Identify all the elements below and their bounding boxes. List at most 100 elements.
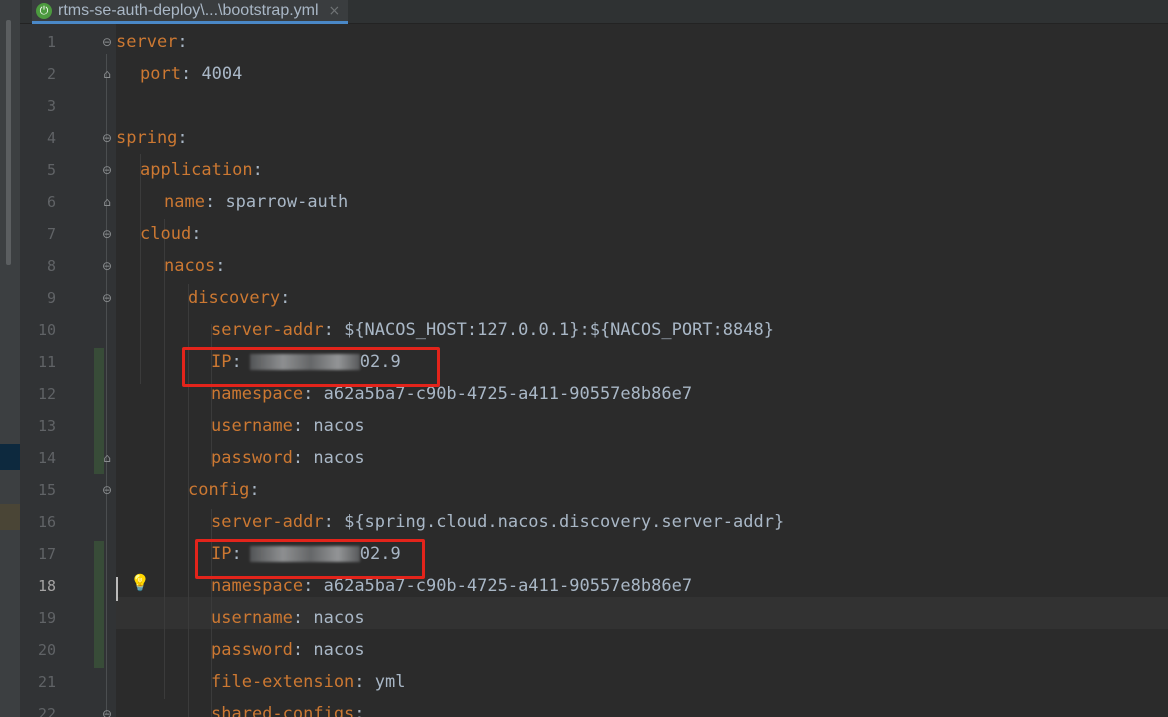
- yaml-colon: :: [292, 416, 304, 436]
- fold-marker-icon[interactable]: ⌂: [100, 451, 114, 465]
- line-number: 8: [46, 257, 56, 275]
- yaml-key: username: [211, 416, 293, 436]
- fold-marker-icon[interactable]: ⊖: [100, 707, 114, 717]
- editor-tab-bar: ⏻ rtms-se-auth-deploy\...\bootstrap.yml …: [20, 0, 1168, 24]
- yaml-colon: :: [204, 192, 216, 212]
- vcs-change-marker: [94, 541, 104, 668]
- yaml-value: a62a5ba7-c90b-4725-a411-90557e8b86e7: [313, 384, 693, 404]
- yaml-colon: :: [180, 64, 192, 84]
- yaml-key: port: [140, 64, 181, 84]
- spring-boot-icon: ⏻: [36, 2, 52, 19]
- code-line: name: sparrow-auth: [164, 186, 348, 218]
- line-number: 5: [46, 161, 56, 179]
- code-line: shared-configs:: [211, 698, 365, 717]
- yaml-value: ${NACOS_HOST:127.0.0.1}:${NACOS_PORT:884…: [333, 320, 774, 340]
- line-number: 15: [37, 481, 56, 499]
- yaml-colon: :: [249, 480, 260, 500]
- code-line: nacos:: [164, 250, 225, 282]
- yaml-value: nacos: [303, 640, 365, 660]
- yaml-value: nacos: [303, 608, 365, 628]
- yaml-value: 4004: [191, 64, 243, 84]
- yaml-value: nacos: [303, 416, 365, 436]
- yaml-key: spring: [116, 128, 178, 148]
- line-number: 21: [37, 673, 56, 691]
- yaml-key: application: [140, 160, 253, 180]
- yaml-colon: :: [215, 256, 226, 276]
- fold-marker-icon[interactable]: ⊖: [100, 227, 114, 241]
- yaml-key: server: [116, 32, 178, 52]
- line-number: 10: [37, 321, 56, 339]
- fold-marker-icon[interactable]: ⌂: [100, 195, 114, 209]
- tab-title: rtms-se-auth-deploy\...\bootstrap.yml: [58, 1, 319, 19]
- code-line: username: nacos: [211, 410, 365, 442]
- line-number: 11: [37, 353, 56, 371]
- fold-marker-icon[interactable]: ⊖: [100, 483, 114, 497]
- line-number: 19: [37, 609, 56, 627]
- yaml-key: cloud: [140, 224, 192, 244]
- fold-marker-icon[interactable]: ⊖: [100, 163, 114, 177]
- fold-marker-icon[interactable]: ⊖: [100, 131, 114, 145]
- yaml-value: ${spring.cloud.nacos.discovery.server-ad…: [333, 512, 785, 532]
- yaml-value: sparrow-auth: [215, 192, 349, 212]
- code-line: port: 4004: [140, 58, 242, 90]
- code-line: discovery:: [188, 282, 290, 314]
- highlight-box: [195, 539, 425, 579]
- fold-marker-icon[interactable]: ⊖: [100, 291, 114, 305]
- tab-bootstrap-yml[interactable]: ⏻ rtms-se-auth-deploy\...\bootstrap.yml …: [32, 0, 349, 24]
- yaml-colon: :: [303, 384, 314, 404]
- yaml-key: name: [164, 192, 205, 212]
- yaml-colon: :: [292, 448, 304, 468]
- yaml-colon: :: [354, 704, 365, 717]
- yaml-value: yml: [364, 672, 406, 692]
- line-number: 14: [37, 449, 56, 467]
- line-number: 22: [37, 705, 56, 717]
- text-caret: [116, 577, 118, 601]
- code-line: file-extension: yml: [211, 666, 406, 698]
- strip-selection-marker: [0, 444, 20, 470]
- strip-scrollbar[interactable]: [6, 20, 11, 265]
- highlight-box: [182, 347, 440, 387]
- yaml-colon: :: [292, 608, 304, 628]
- line-number: 7: [46, 225, 56, 243]
- code-line: server:: [116, 26, 188, 58]
- code-line: server-addr: ${spring.cloud.nacos.discov…: [211, 506, 784, 538]
- fold-marker-icon[interactable]: ⊖: [100, 35, 114, 49]
- yaml-colon: :: [303, 576, 314, 596]
- code-editor[interactable]: server: port: 4004 spring: application: name…: [116, 24, 1168, 717]
- line-number: 13: [37, 417, 56, 435]
- yaml-key: server-addr: [211, 512, 324, 532]
- editor-gutter: 1 ⊖ 2 ⌂ 3 4 ⊖ 5 ⊖ 6 ⌂ 7 ⊖ 8 ⊖ 9 ⊖ 10 11 12 13 14 ⌂ 15 ⊖ 16 17 18 19 2…: [20, 24, 116, 717]
- code-line: username: nacos: [211, 602, 365, 634]
- yaml-value: nacos: [303, 448, 365, 468]
- code-line: application:: [140, 154, 263, 186]
- yaml-colon: :: [292, 640, 304, 660]
- yaml-colon: :: [323, 320, 334, 340]
- tool-window-strip: [0, 0, 20, 717]
- close-icon[interactable]: ×: [329, 3, 341, 19]
- yaml-colon: :: [323, 512, 334, 532]
- line-number: 4: [46, 129, 56, 147]
- indent-guide: [140, 154, 141, 384]
- intention-bulb-icon[interactable]: 💡: [130, 574, 150, 592]
- yaml-colon: :: [177, 128, 188, 148]
- line-number: 9: [46, 289, 56, 307]
- yaml-key: namespace: [211, 576, 304, 596]
- strip-bookmark-marker: [0, 504, 20, 530]
- line-number: 17: [37, 545, 56, 563]
- yaml-colon: :: [280, 288, 291, 308]
- yaml-colon: :: [177, 32, 188, 52]
- indent-guide: [164, 219, 165, 699]
- fold-marker-icon[interactable]: ⌂: [100, 67, 114, 81]
- code-line: config:: [188, 474, 260, 506]
- line-number: 16: [37, 513, 56, 531]
- code-line: spring:: [116, 122, 188, 154]
- yaml-key: password: [211, 448, 293, 468]
- code-line: server-addr: ${NACOS_HOST:127.0.0.1}:${N…: [211, 314, 774, 346]
- line-number: 1: [46, 33, 56, 51]
- code-line: cloud:: [140, 218, 201, 250]
- fold-marker-icon[interactable]: ⊖: [100, 259, 114, 273]
- yaml-colon: :: [252, 160, 263, 180]
- line-number: 3: [46, 97, 56, 115]
- line-number: 18: [37, 577, 56, 595]
- yaml-key: config: [188, 480, 250, 500]
